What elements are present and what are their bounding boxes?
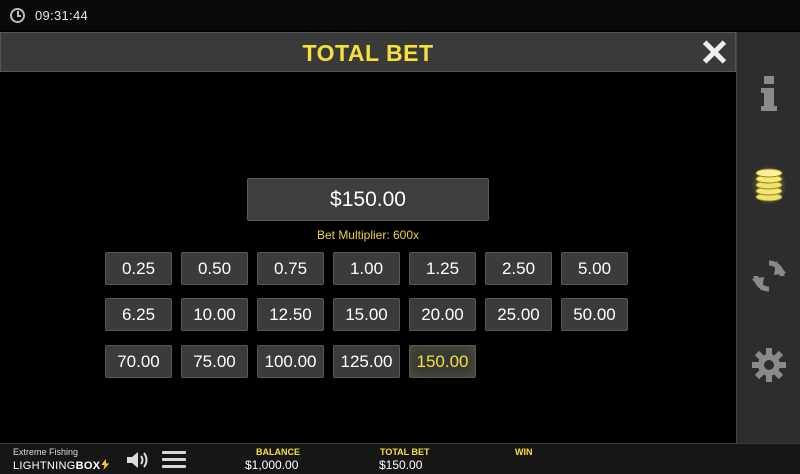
coins-icon[interactable] xyxy=(737,155,800,215)
total-bet-label: TOTAL BET xyxy=(380,447,430,457)
bet-option-70-00[interactable]: 70.00 xyxy=(105,345,172,378)
bet-option-0-25[interactable]: 0.25 xyxy=(105,252,172,285)
brand-main: LIGHTNING xyxy=(13,460,76,472)
total-bet-display: $150.00 xyxy=(247,178,489,221)
refresh-icon[interactable] xyxy=(737,246,800,306)
bet-option-0-50[interactable]: 0.50 xyxy=(181,252,248,285)
close-icon[interactable] xyxy=(697,35,731,69)
bet-option-5-00[interactable]: 5.00 xyxy=(561,252,628,285)
bet-option-75-00[interactable]: 75.00 xyxy=(181,345,248,378)
panel-header: TOTAL BET xyxy=(0,32,736,72)
total-bet-value: $150.00 xyxy=(379,458,423,472)
panel-title: TOTAL BET xyxy=(302,40,434,66)
bet-multiplier-label: Bet Multiplier: 600x xyxy=(316,228,420,242)
bet-option-150-00-selected[interactable]: 150.00 xyxy=(409,345,476,378)
balance-label: BALANCE xyxy=(256,447,300,457)
balance-value: $1,000.00 xyxy=(245,458,299,472)
clock-icon xyxy=(10,7,25,23)
bet-option-100-00[interactable]: 100.00 xyxy=(257,345,324,378)
menu-icon[interactable] xyxy=(162,451,186,469)
bet-option-125-00[interactable]: 125.00 xyxy=(333,345,400,378)
speaker-icon[interactable] xyxy=(126,450,150,470)
brand-logo: LIGHTNINGBOX xyxy=(13,459,110,472)
game-name: Extreme Fishing xyxy=(13,447,79,457)
lightning-bolt-icon xyxy=(101,459,110,470)
win-label: WIN xyxy=(515,447,533,457)
clock-time: 09:31:44 xyxy=(35,7,89,23)
bet-option-20-00[interactable]: 20.00 xyxy=(409,298,476,331)
info-icon[interactable] xyxy=(737,64,800,124)
bet-option-25-00[interactable]: 25.00 xyxy=(485,298,552,331)
bet-option-50-00[interactable]: 50.00 xyxy=(561,298,628,331)
bet-option-6-25[interactable]: 6.25 xyxy=(105,298,172,331)
brand-accent: BOX xyxy=(75,460,101,472)
bet-option-12-50[interactable]: 12.50 xyxy=(257,298,324,331)
bet-option-1-25[interactable]: 1.25 xyxy=(409,252,476,285)
bet-option-10-00[interactable]: 10.00 xyxy=(181,298,248,331)
bet-option-1-00[interactable]: 1.00 xyxy=(333,252,400,285)
bet-option-15-00[interactable]: 15.00 xyxy=(333,298,400,331)
bottom-bar: Extreme Fishing LIGHTNINGBOX BALANCE $1,… xyxy=(0,443,800,474)
bet-option-2-50[interactable]: 2.50 xyxy=(485,252,552,285)
sidebar xyxy=(736,32,800,443)
bet-option-0-75[interactable]: 0.75 xyxy=(257,252,324,285)
gear-icon[interactable] xyxy=(737,335,800,395)
status-bar: 09:31:44 xyxy=(0,0,800,30)
